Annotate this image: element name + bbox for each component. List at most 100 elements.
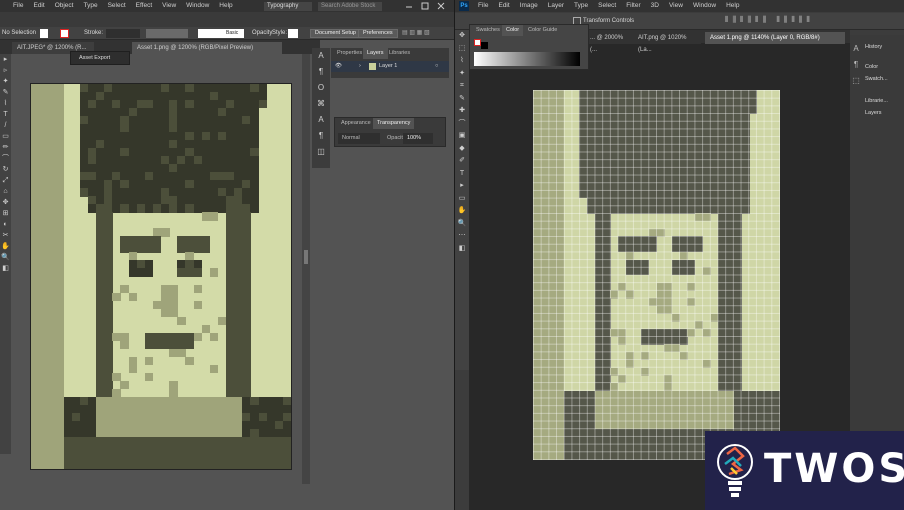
ps-tool-icon[interactable]: ⌇: [455, 55, 469, 68]
ps-tool-icon[interactable]: ✦: [455, 68, 469, 81]
doc-tab-asset1[interactable]: Asset 1.png @ 1200% (RGB/Pixel Preview): [132, 42, 282, 54]
blend-mode-select[interactable]: Normal: [338, 133, 380, 144]
align-icons[interactable]: ⫴⫼⫴⫼⫴⫼ ⫴⫼⫴⫼⫴: [725, 15, 814, 25]
workspace-switcher[interactable]: Typography: [264, 2, 312, 11]
ai-menu-edit[interactable]: Edit: [28, 0, 49, 12]
ai-tool-icon[interactable]: ✦: [0, 76, 11, 87]
ai-menu-object[interactable]: Object: [50, 0, 79, 12]
ai-menu-select[interactable]: Select: [103, 0, 131, 12]
pathfinder-icon[interactable]: ◫: [312, 144, 330, 160]
ps-tool-icon[interactable]: ✚: [455, 105, 469, 118]
opacity-field[interactable]: 100%: [403, 133, 433, 144]
ps-tool-icon[interactable]: ✎: [455, 93, 469, 106]
ps-app-icon[interactable]: Ps: [459, 1, 469, 11]
ps-menu-layer[interactable]: Layer: [543, 0, 569, 12]
ps-tool-icon[interactable]: ◆: [455, 143, 469, 156]
ai-tool-icon[interactable]: ⌒: [0, 153, 11, 164]
ps-menu-edit[interactable]: Edit: [493, 0, 514, 12]
panel-color[interactable]: Color: [865, 61, 878, 73]
ps-menu-view[interactable]: View: [664, 0, 688, 12]
tab-transparency[interactable]: Transparency: [373, 118, 415, 129]
tab-layers[interactable]: Layers: [363, 48, 388, 59]
ai-tool-icon[interactable]: ⌂: [0, 186, 11, 197]
tab-color[interactable]: Color: [502, 25, 524, 36]
panel-history[interactable]: History: [865, 41, 882, 53]
tab-libraries[interactable]: Libraries: [385, 48, 414, 59]
ai-tool-icon[interactable]: ↻: [0, 164, 11, 175]
panel-swatches[interactable]: Swatch...: [865, 73, 888, 85]
expand-chevron-icon[interactable]: ›: [359, 61, 361, 72]
ai-tool-icon[interactable]: ▹: [0, 65, 11, 76]
document-setup-button[interactable]: Document Setup: [310, 29, 361, 38]
ps-menu-select[interactable]: Select: [593, 0, 621, 12]
stroke-weight-field[interactable]: [106, 29, 140, 38]
ps-tool-icon[interactable]: ⋯: [455, 230, 469, 243]
ai-tool-icon[interactable]: ✏: [0, 142, 11, 153]
character-icon[interactable]: A: [312, 48, 330, 64]
stock-search-input[interactable]: Search Adobe Stock: [318, 2, 382, 11]
panel-libraries[interactable]: Librarie...: [865, 95, 888, 107]
ps-tab-1[interactable]: ... @ 2000% (...: [585, 32, 633, 53]
para-styles-icon[interactable]: ¶: [312, 128, 330, 144]
ps-menu-window[interactable]: Window: [688, 0, 721, 12]
tab-swatches[interactable]: Swatches: [472, 25, 504, 36]
panel-layers[interactable]: Layers: [865, 107, 882, 119]
target-icon[interactable]: ○: [435, 61, 438, 72]
arrange-icon[interactable]: ▤ ▥ ▦ ▧: [402, 29, 442, 38]
ps-tool-icon[interactable]: 🔍: [455, 218, 469, 231]
ai-tool-icon[interactable]: 🔍: [0, 252, 11, 263]
ps-tool-icon[interactable]: ✐: [455, 155, 469, 168]
panel-icons[interactable]: A ¶ ⬚: [850, 41, 862, 89]
vertical-scrollbar[interactable]: [302, 54, 310, 484]
ai-tool-icon[interactable]: T: [0, 109, 11, 120]
visibility-eye-icon[interactable]: 👁: [335, 61, 342, 72]
bg-color-swatch[interactable]: [481, 42, 488, 49]
ai-tool-icon[interactable]: ✥: [0, 197, 11, 208]
ps-tool-icon[interactable]: T: [455, 168, 469, 181]
ps-tool-icon[interactable]: ◧: [455, 243, 469, 256]
ps-menu-image[interactable]: Image: [515, 0, 543, 12]
ps-tool-icon[interactable]: ⌗: [455, 80, 469, 93]
ps-tool-icon[interactable]: ✥: [455, 30, 469, 43]
window-controls[interactable]: [400, 1, 452, 11]
ps-menu-help[interactable]: Help: [721, 0, 744, 12]
ai-menu-file[interactable]: File: [8, 0, 28, 12]
asset-export-tooltip[interactable]: Asset Export: [70, 51, 130, 65]
opacity-label[interactable]: Opacity: [252, 29, 272, 38]
ps-menu-3d[interactable]: 3D: [646, 0, 664, 12]
layer-name[interactable]: Layer 1: [379, 61, 397, 72]
ps-tool-icon[interactable]: ⬚: [455, 43, 469, 56]
brush-definition[interactable]: Basic: [198, 29, 244, 38]
char-styles-icon[interactable]: A: [312, 112, 330, 128]
ai-menu-help[interactable]: Help: [214, 0, 237, 12]
ai-tool-icon[interactable]: ✂: [0, 230, 11, 241]
fill-swatch[interactable]: [40, 29, 48, 38]
stroke-swatch[interactable]: [60, 29, 69, 38]
ps-menu-filter[interactable]: Filter: [621, 0, 645, 12]
paragraph-icon[interactable]: ¶: [312, 64, 330, 80]
ai-tool-icon[interactable]: ⊞: [0, 208, 11, 219]
layer-row[interactable]: 👁 › Layer 1 ○: [331, 61, 449, 72]
ai-tool-icon[interactable]: ▭: [0, 131, 11, 142]
ai-tool-icon[interactable]: ✎: [0, 87, 11, 98]
tab-properties[interactable]: Properties: [333, 48, 366, 59]
fg-color-swatch[interactable]: [474, 39, 481, 46]
opentype-icon[interactable]: O: [312, 80, 330, 96]
preferences-button[interactable]: Preferences: [358, 29, 398, 38]
transform-controls-label[interactable]: Transform Controls: [583, 15, 634, 27]
ps-tab-active[interactable]: Asset 1.png @ 1140% (Layer 0, RGB/8#): [705, 32, 845, 44]
ai-tool-icon[interactable]: ◧: [0, 263, 11, 274]
ps-menu-type[interactable]: Type: [569, 0, 593, 12]
variable-width-profile[interactable]: [146, 29, 188, 38]
ps-tool-icon[interactable]: ✋: [455, 205, 469, 218]
graphic-style-swatch[interactable]: [288, 29, 298, 38]
grayscale-ramp[interactable]: [474, 52, 580, 66]
ps-tool-icon[interactable]: ▭: [455, 193, 469, 206]
ai-menu-effect[interactable]: Effect: [131, 0, 158, 12]
ai-tool-icon[interactable]: ✋: [0, 241, 11, 252]
ai-tool-icon[interactable]: ⌇: [0, 98, 11, 109]
glyphs-icon[interactable]: ⌘: [312, 96, 330, 112]
ai-menu-window[interactable]: Window: [181, 0, 214, 12]
artboard-pixel-portrait[interactable]: [31, 84, 292, 470]
ai-menu-type[interactable]: Type: [78, 0, 102, 12]
